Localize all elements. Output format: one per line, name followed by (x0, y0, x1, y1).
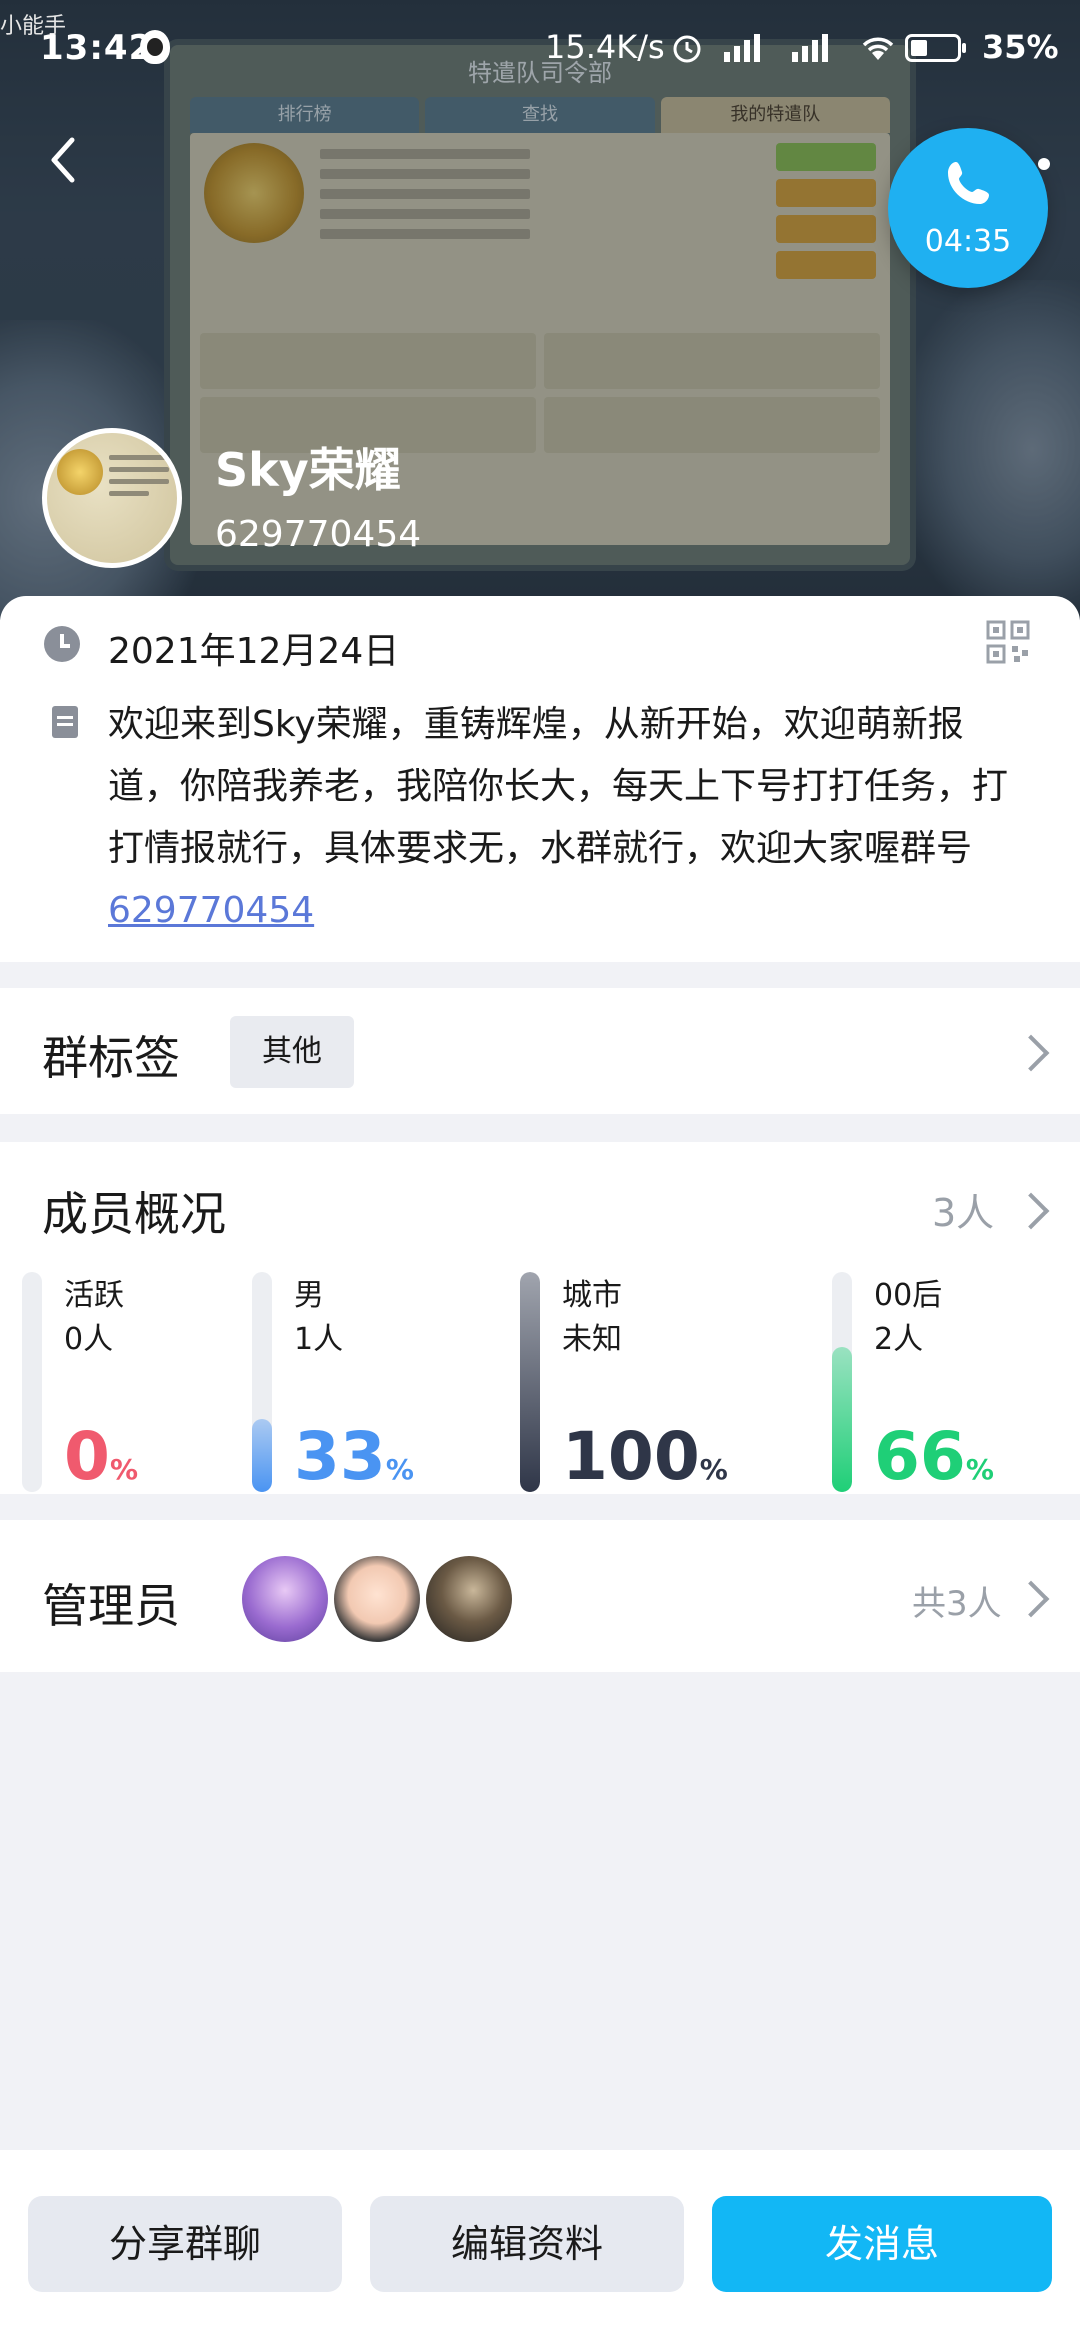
admins-count: 共3人 (912, 1584, 1002, 1624)
wifi-icon (862, 37, 894, 60)
qq-notification-icon (140, 30, 170, 64)
chevron-right-icon (1012, 1192, 1050, 1230)
group-info-card: 2021年12月24日 欢迎来到Sky荣耀，重铸辉煌，从新开始，欢迎萌新报道，你… (0, 596, 1080, 962)
stat-active: 活跃 0人 0% (22, 1272, 282, 1495)
send-message-button[interactable]: 发消息 (712, 2196, 1052, 2292)
admin-avatar[interactable] (426, 1556, 512, 1642)
stat-label: 城市 (562, 1278, 622, 1313)
stat-city: 城市 未知 100% (520, 1272, 780, 1495)
stat-label: 00后 (874, 1278, 943, 1313)
group-name: Sky荣耀 (215, 443, 401, 497)
share-group-button[interactable]: 分享群聊 (28, 2196, 342, 2292)
back-button[interactable] (40, 130, 90, 190)
stat-post00: 00后 2人 66% (832, 1272, 1080, 1495)
members-overview[interactable]: 成员概况 3人 活跃 0人 0% 男 1人 33% 城市 未知 100% 00后… (0, 1142, 1080, 1495)
clock-icon (44, 626, 80, 662)
network-speed: 15.4K/s (545, 28, 665, 66)
stat-sub: 未知 (562, 1322, 622, 1357)
chevron-right-icon (1012, 1580, 1050, 1618)
group-id: 629770454 (215, 514, 422, 555)
group-tags-title: 群标签 (42, 1031, 180, 1085)
description-icon (52, 706, 78, 738)
alarm-icon (673, 35, 701, 63)
signal-icon (724, 34, 760, 62)
status-icons (670, 30, 898, 64)
stat-sub: 0人 (64, 1322, 114, 1357)
stat-percent: 66% (874, 1418, 994, 1495)
stat-percent: 100% (562, 1418, 728, 1495)
stat-percent: 0% (64, 1418, 138, 1495)
description-text: 欢迎来到Sky荣耀，重铸辉煌，从新开始，欢迎萌新报道，你陪我养老，我陪你长大，每… (108, 704, 1009, 869)
qr-code-icon[interactable] (986, 620, 1030, 664)
stat-percent: 33% (294, 1418, 414, 1495)
bottom-action-bar: 分享群聊 编辑资料 发消息 (0, 2150, 1080, 2340)
call-indicator-dot (1038, 158, 1050, 170)
battery-icon (905, 34, 966, 62)
back-arrow-icon (51, 137, 75, 183)
created-date: 2021年12月24日 (108, 631, 400, 672)
admins-title: 管理员 (42, 1579, 180, 1633)
status-time: 13:42 (40, 28, 154, 68)
stat-bar-fill (252, 1419, 272, 1492)
phone-icon (948, 162, 989, 204)
group-number-link[interactable]: 629770454 (108, 890, 314, 931)
admins-row[interactable]: 管理员 共3人 (0, 1520, 1080, 1672)
group-tag-chip: 其他 (230, 1016, 354, 1088)
status-bar: 小能手 13:42 15.4K/s 35% (0, 0, 1080, 96)
stat-label: 活跃 (64, 1278, 124, 1313)
stat-bar-fill (832, 1347, 852, 1492)
group-description: 欢迎来到Sky荣耀，重铸辉煌，从新开始，欢迎萌新报道，你陪我养老，我陪你长大，每… (108, 694, 1008, 942)
edit-profile-button[interactable]: 编辑资料 (370, 2196, 684, 2292)
call-duration: 04:35 (924, 224, 1012, 259)
stat-sub: 1人 (294, 1322, 344, 1357)
admin-avatar[interactable] (334, 1556, 420, 1642)
signal-icon (792, 34, 828, 62)
group-avatar[interactable] (42, 428, 182, 568)
admin-avatar[interactable] (242, 1556, 328, 1642)
stat-sub: 2人 (874, 1322, 924, 1357)
call-floating-button[interactable]: 04:35 (888, 128, 1048, 288)
members-title: 成员概况 (42, 1187, 226, 1241)
stat-label: 男 (294, 1278, 324, 1313)
chevron-right-icon (1012, 1034, 1050, 1072)
stat-bar-fill (520, 1272, 540, 1492)
battery-percent: 35% (982, 28, 1059, 66)
members-count: 3人 (932, 1191, 995, 1235)
group-tags-row[interactable]: 群标签 其他 (0, 988, 1080, 1114)
stat-male: 男 1人 33% (252, 1272, 512, 1495)
